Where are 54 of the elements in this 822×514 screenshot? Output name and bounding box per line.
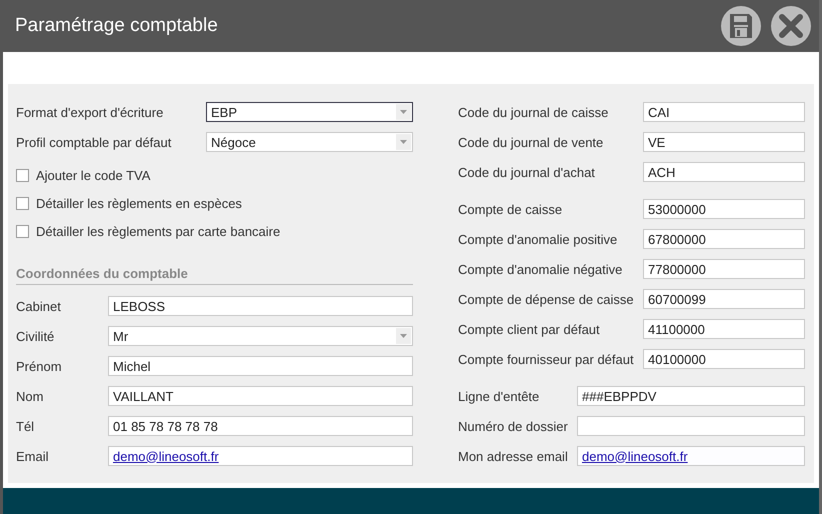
input-field[interactable]: Michel — [108, 356, 413, 376]
input-field[interactable]: LEBOSS — [108, 296, 413, 316]
checkbox[interactable] — [16, 196, 29, 210]
input-field[interactable]: demo@lineosoft.fr — [577, 446, 805, 466]
input-field[interactable]: 41100000 — [643, 319, 805, 339]
field-label: Compte client par défaut — [458, 322, 601, 336]
field-label: Numéro de dossier — [458, 418, 569, 434]
window-title: Paramétrage comptable — [15, 15, 218, 37]
input-field[interactable]: 40100000 — [643, 349, 805, 369]
field-label: Nom — [16, 388, 44, 404]
caret-icon — [400, 140, 407, 144]
caret-icon — [400, 110, 407, 114]
field-label: Code du journal de vente — [458, 134, 604, 150]
dropdown-field[interactable]: EBP — [206, 102, 413, 122]
field-label: Compte de caisse — [458, 202, 564, 216]
field-label: Ligne d'entête — [458, 388, 540, 404]
field-label: Civilité — [16, 328, 56, 344]
input-field[interactable]: ACH — [643, 162, 805, 182]
input-field[interactable]: 60700099 — [643, 289, 805, 309]
field-label: Prénom — [16, 358, 63, 374]
dropdown-field[interactable]: Négoce — [206, 132, 413, 152]
input-field[interactable]: ###EBPPDV — [577, 386, 805, 406]
input-field[interactable]: 67800000 — [643, 229, 805, 249]
save-button[interactable] — [721, 6, 761, 46]
field-label: Email — [16, 448, 50, 464]
close-button[interactable] — [771, 6, 811, 46]
input-field[interactable]: 53000000 — [643, 199, 805, 219]
checkbox-label: Ajouter le code TVA — [36, 168, 150, 182]
close-icon — [778, 13, 804, 39]
dropdown-field[interactable]: Mr — [108, 326, 413, 346]
input-field[interactable] — [577, 416, 805, 436]
field-label: Cabinet — [16, 298, 62, 314]
input-field[interactable]: 01 85 78 78 78 78 — [108, 416, 413, 436]
field-label: Tél — [16, 418, 36, 434]
section-heading: Coordonnées du comptable — [16, 266, 189, 282]
field-label: Code du journal de caisse — [458, 104, 610, 120]
input-field[interactable]: VE — [643, 132, 805, 152]
input-field[interactable]: VAILLANT — [108, 386, 413, 406]
checkbox[interactable] — [16, 168, 29, 182]
field-label: Compte d'anomalie positive — [458, 232, 618, 246]
input-field[interactable]: 77800000 — [643, 259, 805, 279]
checkbox-label: Détailler les règlements par carte bancaire — [36, 224, 280, 238]
field-label: Compte d'anomalie négative — [458, 262, 624, 276]
field-label: Compte de dépense de caisse — [458, 292, 635, 306]
field-label: Mon adresse email — [458, 448, 569, 464]
field-label: Format d'export d'écriture — [16, 104, 164, 120]
input-field[interactable]: CAI — [643, 102, 805, 122]
field-label: Code du journal d'achat — [458, 164, 596, 180]
checkbox[interactable] — [16, 224, 29, 238]
field-label: Profil comptable par défaut — [16, 134, 172, 150]
caret-icon — [400, 334, 407, 338]
checkbox-label: Détailler les règlements en espèces — [36, 196, 242, 210]
field-label: Compte fournisseur par défaut — [458, 352, 635, 366]
input-field[interactable]: demo@lineosoft.fr — [108, 446, 413, 466]
